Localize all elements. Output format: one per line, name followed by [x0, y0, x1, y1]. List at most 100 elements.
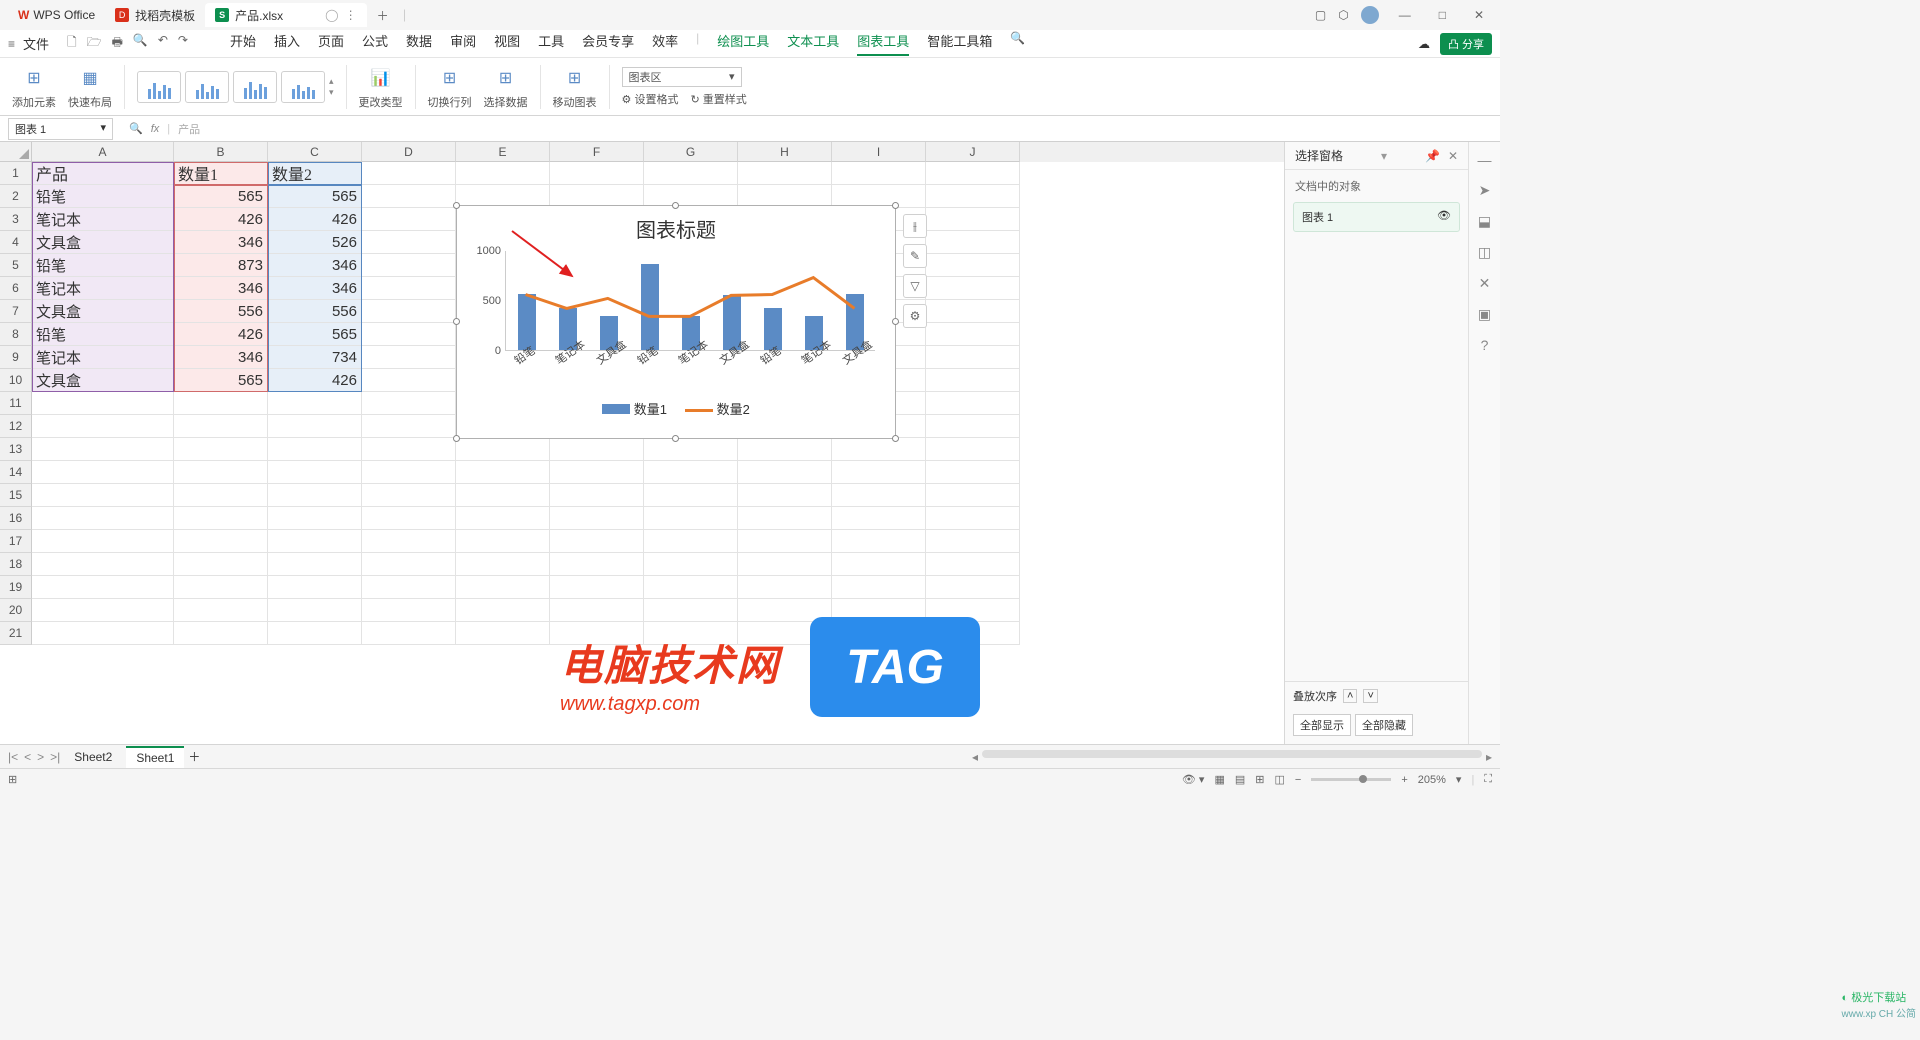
chevron-down-icon[interactable]: ▾	[1456, 773, 1462, 786]
status-icon[interactable]: ⊞	[8, 773, 17, 786]
prev-sheet-icon[interactable]: <	[24, 750, 31, 764]
menu-formula[interactable]: 公式	[362, 31, 388, 56]
cell[interactable]: 铅笔	[32, 185, 174, 208]
cell[interactable]	[362, 553, 456, 576]
cell[interactable]	[32, 484, 174, 507]
select-all-corner[interactable]	[0, 142, 32, 162]
menu-view[interactable]: 视图	[494, 31, 520, 56]
tab-menu-icon[interactable]: ◯	[325, 8, 338, 22]
menu-tools[interactable]: 工具	[538, 31, 564, 56]
cell[interactable]	[268, 507, 362, 530]
menu-page[interactable]: 页面	[318, 31, 344, 56]
cell[interactable]	[32, 438, 174, 461]
chart-style-2[interactable]	[185, 71, 229, 103]
cell[interactable]	[362, 162, 456, 185]
cell[interactable]	[738, 576, 832, 599]
menu-data[interactable]: 数据	[406, 31, 432, 56]
chart-filters-button[interactable]: ▽	[903, 274, 927, 298]
eye-icon[interactable]: 👁	[1437, 209, 1451, 225]
menu-efficiency[interactable]: 效率	[652, 31, 678, 56]
close-button[interactable]: ✕	[1466, 4, 1492, 26]
chart-style-3[interactable]	[233, 71, 277, 103]
cell[interactable]: 346	[268, 277, 362, 300]
cell[interactable]	[832, 576, 926, 599]
up-icon[interactable]: ˄	[1343, 689, 1357, 703]
row-header[interactable]: 8	[0, 323, 32, 346]
select-icon[interactable]: ➤	[1479, 182, 1491, 199]
row-header[interactable]: 9	[0, 346, 32, 369]
cell[interactable]: 565	[174, 185, 268, 208]
redo-icon[interactable]: ↷	[178, 33, 188, 54]
cell[interactable]: 734	[268, 346, 362, 369]
cell[interactable]	[32, 530, 174, 553]
zoom-in-button[interactable]: +	[1401, 774, 1407, 786]
cell[interactable]	[174, 599, 268, 622]
row-header[interactable]: 13	[0, 438, 32, 461]
cell[interactable]	[456, 484, 550, 507]
cell[interactable]	[268, 461, 362, 484]
cell[interactable]	[550, 599, 644, 622]
cell[interactable]	[926, 185, 1020, 208]
zoom-slider[interactable]	[1311, 778, 1391, 781]
cell[interactable]	[738, 484, 832, 507]
cell[interactable]	[362, 461, 456, 484]
view-page-icon[interactable]: ▤	[1235, 773, 1245, 786]
cell[interactable]	[362, 415, 456, 438]
pin-icon[interactable]: 📌	[1425, 149, 1440, 163]
cell[interactable]	[174, 530, 268, 553]
add-element-group[interactable]: ⊞添加元素	[12, 64, 56, 110]
cell[interactable]: 565	[268, 323, 362, 346]
cell[interactable]	[644, 507, 738, 530]
cell[interactable]: 565	[268, 185, 362, 208]
add-sheet-button[interactable]: ＋	[188, 748, 200, 765]
cell[interactable]: 873	[174, 254, 268, 277]
chart-settings-button[interactable]: ⚙	[903, 304, 927, 328]
cell[interactable]	[550, 530, 644, 553]
cell[interactable]	[362, 599, 456, 622]
cell[interactable]: 铅笔	[32, 254, 174, 277]
cell[interactable]	[926, 369, 1020, 392]
tab-template[interactable]: D找稻壳模板	[105, 3, 205, 27]
pane-object-item[interactable]: 图表 1 👁	[1293, 202, 1460, 232]
row-header[interactable]: 4	[0, 231, 32, 254]
cell[interactable]	[926, 277, 1020, 300]
chart-style-1[interactable]	[137, 71, 181, 103]
menu-member[interactable]: 会员专享	[582, 31, 634, 56]
cell[interactable]	[832, 530, 926, 553]
search-icon[interactable]: 🔍	[1010, 31, 1025, 56]
cell[interactable]	[362, 300, 456, 323]
cell[interactable]	[32, 461, 174, 484]
cell[interactable]	[644, 162, 738, 185]
cell[interactable]	[644, 553, 738, 576]
cell[interactable]	[550, 553, 644, 576]
cell[interactable]	[268, 415, 362, 438]
cell[interactable]	[644, 530, 738, 553]
cell[interactable]	[550, 438, 644, 461]
first-sheet-icon[interactable]: |<	[8, 750, 18, 764]
fx-icon[interactable]: fx	[151, 123, 160, 135]
row-header[interactable]: 1	[0, 162, 32, 185]
close-pane-icon[interactable]: ✕	[1448, 149, 1458, 163]
cell[interactable]	[456, 438, 550, 461]
cell[interactable]	[832, 507, 926, 530]
cell[interactable]	[362, 507, 456, 530]
row-header[interactable]: 7	[0, 300, 32, 323]
chart-legend[interactable]: 数量1 数量2	[457, 399, 895, 418]
spreadsheet-grid[interactable]: ABCDEFGHIJ 12345678910111213141516171819…	[0, 142, 1284, 744]
cell[interactable]: 346	[174, 231, 268, 254]
chart-plot-area[interactable]: 1000 500 0	[505, 251, 875, 351]
cell[interactable]	[362, 484, 456, 507]
cell[interactable]	[926, 484, 1020, 507]
tool-icon[interactable]: ▣	[1478, 306, 1491, 323]
cell[interactable]	[268, 438, 362, 461]
maximize-button[interactable]: □	[1431, 4, 1454, 26]
cell[interactable]	[926, 162, 1020, 185]
menu-smart-tools[interactable]: 智能工具箱	[927, 31, 992, 56]
open-icon[interactable]: 🗁	[87, 33, 102, 54]
cell[interactable]	[832, 484, 926, 507]
print-icon[interactable]: 🖶	[112, 33, 123, 54]
preview-icon[interactable]: 🔍	[133, 33, 148, 54]
cell[interactable]	[174, 461, 268, 484]
cell[interactable]	[832, 461, 926, 484]
view-normal-icon[interactable]: ▦	[1214, 773, 1224, 786]
